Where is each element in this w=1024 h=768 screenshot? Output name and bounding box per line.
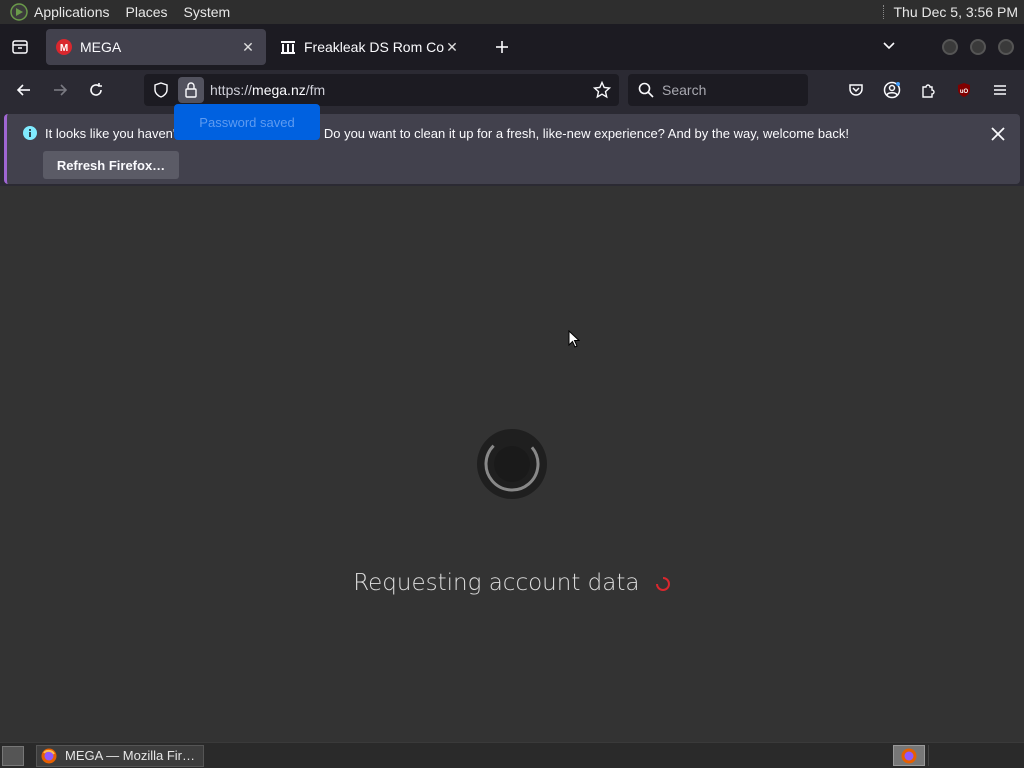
refresh-firefox-button[interactable]: Refresh Firefox… bbox=[43, 151, 179, 179]
tab-strip: M MEGA ✕ Freakleak DS Rom Collectio ✕ bbox=[0, 24, 1024, 70]
bottom-taskbar: MEGA — Mozilla Fir… bbox=[0, 742, 1024, 768]
password-saved-popup: Password saved bbox=[174, 104, 320, 140]
show-desktop-button[interactable] bbox=[2, 745, 24, 766]
menu-places[interactable]: Places bbox=[126, 4, 168, 20]
chevron-down-icon bbox=[883, 41, 895, 49]
url-path: /fm bbox=[305, 82, 326, 98]
close-window-button[interactable] bbox=[998, 39, 1014, 55]
pocket-button[interactable] bbox=[840, 74, 872, 106]
arrow-right-icon bbox=[54, 84, 68, 96]
loading-spinner-icon bbox=[477, 429, 547, 499]
back-button[interactable] bbox=[8, 74, 40, 106]
maximize-button[interactable] bbox=[970, 39, 986, 55]
firefox-icon bbox=[901, 748, 917, 763]
panel-grip bbox=[883, 5, 885, 19]
workspace-switcher[interactable] bbox=[928, 745, 1018, 766]
page-content: Requesting account data bbox=[0, 186, 1024, 742]
mouse-cursor-icon bbox=[568, 330, 580, 348]
puzzle-icon bbox=[922, 84, 935, 98]
menu-system[interactable]: System bbox=[184, 4, 231, 20]
refresh-notification-bar: It looks like you haven' e. Do you want t… bbox=[4, 114, 1020, 184]
minimize-button[interactable] bbox=[942, 39, 958, 55]
loading-status: Requesting account data bbox=[0, 570, 1024, 596]
navigation-toolbar: https://mega.nz/fm Search uO bbox=[0, 70, 1024, 110]
bookmark-button[interactable] bbox=[589, 77, 615, 103]
tracking-protection-button[interactable] bbox=[148, 77, 174, 103]
url-text[interactable]: https://mega.nz/fm bbox=[210, 82, 325, 98]
mega-icon: M bbox=[56, 39, 72, 55]
star-icon bbox=[593, 81, 611, 99]
pocket-icon bbox=[849, 84, 863, 96]
menu-applications[interactable]: Applications bbox=[34, 4, 110, 20]
list-all-tabs-button[interactable] bbox=[882, 38, 896, 57]
toolbar-right: uO bbox=[840, 74, 1016, 106]
taskbar-window-title: MEGA — Mozilla Fir… bbox=[65, 748, 196, 763]
close-icon bbox=[991, 127, 1005, 141]
notification-message-left: It looks like you haven' bbox=[45, 126, 176, 141]
workspace-1-button[interactable] bbox=[893, 745, 925, 766]
clock[interactable]: Thu Dec 5, 3:56 PM bbox=[893, 4, 1018, 20]
tab-close-icon[interactable]: ✕ bbox=[240, 39, 256, 55]
firefox-view-button[interactable] bbox=[4, 31, 36, 63]
search-icon bbox=[632, 82, 660, 98]
ublock-origin-button[interactable]: uO bbox=[948, 74, 980, 106]
url-bar[interactable]: https://mega.nz/fm bbox=[144, 74, 619, 106]
url-host: mega.nz bbox=[252, 82, 306, 98]
extensions-button[interactable] bbox=[912, 74, 944, 106]
small-spinner-icon bbox=[655, 576, 670, 591]
arrow-left-icon bbox=[16, 84, 30, 96]
taskbar-window-firefox[interactable]: MEGA — Mozilla Fir… bbox=[36, 744, 204, 767]
svg-text:M: M bbox=[60, 43, 68, 54]
account-icon bbox=[883, 81, 901, 99]
search-bar[interactable]: Search bbox=[628, 74, 808, 106]
info-icon bbox=[23, 126, 37, 140]
forward-button[interactable] bbox=[44, 74, 76, 106]
app-menu-button[interactable] bbox=[984, 74, 1016, 106]
notification-message-right: e. Do you want to clean it up for a fres… bbox=[309, 126, 849, 141]
ublock-origin-icon: uO bbox=[958, 83, 970, 97]
reload-button[interactable] bbox=[80, 74, 112, 106]
loading-status-text: Requesting account data bbox=[353, 570, 640, 596]
notification-message: It looks like you haven' e. Do you want t… bbox=[45, 126, 849, 141]
hamburger-menu-icon bbox=[994, 85, 1006, 95]
window-controls bbox=[942, 39, 1014, 55]
search-placeholder: Search bbox=[662, 82, 707, 98]
plus-icon bbox=[496, 41, 508, 53]
tab-mega[interactable]: M MEGA ✕ bbox=[46, 29, 266, 65]
new-tab-button[interactable] bbox=[488, 33, 516, 61]
reload-icon bbox=[90, 83, 102, 96]
svg-text:uO: uO bbox=[960, 89, 969, 95]
top-panel: Applications Places System Thu Dec 5, 3:… bbox=[0, 0, 1024, 24]
tab-freakleak[interactable]: Freakleak DS Rom Collectio ✕ bbox=[270, 29, 470, 65]
firefox-icon bbox=[41, 748, 57, 763]
site-identity-button[interactable] bbox=[178, 77, 204, 103]
app-menu-logo-icon[interactable] bbox=[10, 3, 28, 21]
account-button[interactable] bbox=[876, 74, 908, 106]
tab-title: MEGA bbox=[80, 39, 122, 55]
shield-icon bbox=[154, 82, 168, 98]
firefox-view-icon bbox=[12, 40, 28, 54]
lock-icon bbox=[185, 82, 197, 98]
tab-title: Freakleak DS Rom Collectio bbox=[304, 39, 444, 55]
url-scheme: https:// bbox=[210, 82, 253, 98]
notification-close-button[interactable] bbox=[988, 124, 1008, 144]
tab-close-icon[interactable]: ✕ bbox=[444, 39, 460, 55]
archive-icon bbox=[280, 39, 296, 55]
